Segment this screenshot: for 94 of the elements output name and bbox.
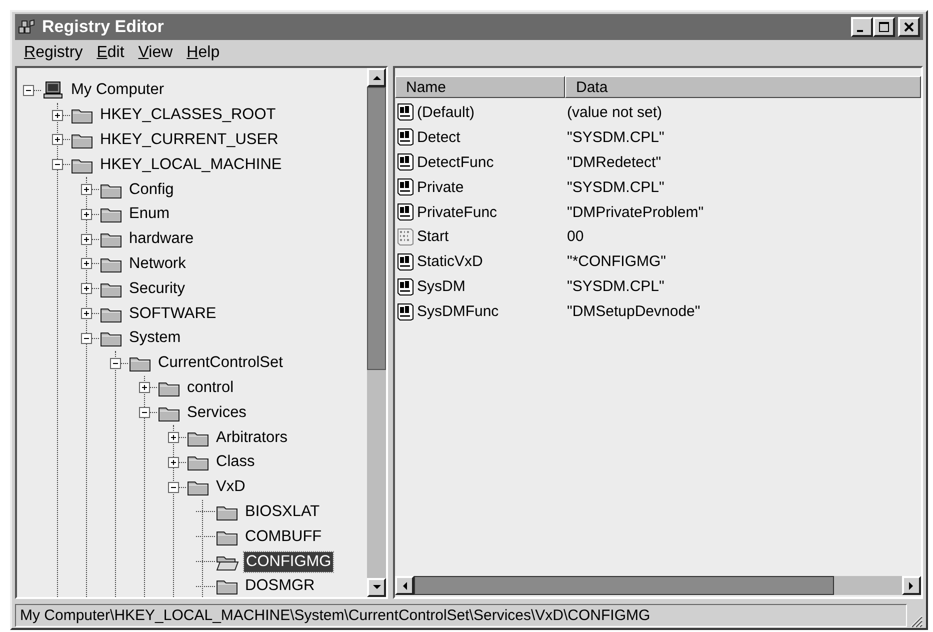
expand-toggle[interactable] <box>52 110 63 121</box>
tree-item[interactable]: HKEY_CLASSES_ROOT <box>98 105 278 126</box>
tree-item[interactable]: COMBUFF <box>243 526 324 547</box>
maximize-button[interactable] <box>873 17 895 37</box>
tree-item[interactable]: Arbitrators <box>214 428 290 448</box>
menu-item[interactable]: View <box>131 42 180 64</box>
cubes-icon <box>18 19 36 35</box>
value-data: "DMSetupDevnode" <box>566 303 700 320</box>
document-icon <box>397 153 414 172</box>
collapse-toggle[interactable] <box>52 159 63 170</box>
value-name[interactable]: StaticVxD <box>417 253 483 270</box>
value-data: "DMPrivateProblem" <box>566 204 704 220</box>
tree-item[interactable]: CurrentControlSet <box>156 353 285 374</box>
value-name[interactable]: Start <box>417 228 449 246</box>
expand-toggle[interactable] <box>52 134 63 146</box>
value-name[interactable]: Detect <box>417 128 460 146</box>
menu-item[interactable]: Edit <box>90 42 132 64</box>
tree-item[interactable]: BIOSXLAT <box>243 502 322 522</box>
value-data: "SYSDM.CPL" <box>566 178 664 196</box>
expand-toggle[interactable] <box>81 234 92 245</box>
resize-grip-icon <box>909 614 923 628</box>
tree-item[interactable]: control <box>185 378 236 398</box>
menu-item[interactable]: Registry <box>17 42 90 64</box>
close-button[interactable] <box>898 17 920 37</box>
expand-toggle[interactable] <box>81 208 92 220</box>
expand-toggle[interactable] <box>168 456 179 468</box>
value-data: (value not set) <box>566 104 662 121</box>
expand-toggle[interactable] <box>139 382 150 394</box>
vertical-scrollbar[interactable] <box>367 68 386 597</box>
scroll-down-button[interactable] <box>367 578 386 597</box>
expand-toggle[interactable] <box>81 283 92 294</box>
up-arrow-icon <box>372 75 380 80</box>
close-icon <box>903 22 915 32</box>
right-arrow-icon <box>909 582 914 590</box>
tree-item[interactable]: Security <box>127 278 187 299</box>
scroll-right-button[interactable] <box>902 576 921 595</box>
value-name[interactable]: PrivateFunc <box>417 204 498 220</box>
value-name[interactable]: (Default) <box>417 104 475 121</box>
maximize-icon <box>878 22 890 32</box>
scroll-thumb[interactable] <box>414 576 834 595</box>
value-name[interactable]: DetectFunc <box>417 154 494 171</box>
down-arrow-icon <box>372 585 380 590</box>
expand-toggle[interactable] <box>168 432 179 444</box>
tree-item[interactable]: System <box>127 328 183 348</box>
tree-item[interactable]: Network <box>127 254 188 274</box>
value-data: "DMRedetect" <box>566 154 662 171</box>
horizontal-scrollbar[interactable] <box>395 576 921 595</box>
collapse-toggle[interactable] <box>110 358 121 369</box>
scroll-up-button[interactable] <box>367 68 386 87</box>
expand-toggle[interactable] <box>81 308 92 320</box>
value-name[interactable]: Private <box>417 178 464 196</box>
tree-item[interactable]: Services <box>185 402 248 423</box>
column-header[interactable]: Name <box>395 76 565 98</box>
column-header[interactable]: Data <box>565 76 921 98</box>
minimize-icon <box>857 30 863 32</box>
window-title: Registry Editor <box>42 17 165 37</box>
tree-item[interactable]: hardware <box>127 229 196 250</box>
value-name[interactable]: SysDMFunc <box>417 303 499 320</box>
document-icon <box>397 203 414 221</box>
tree-item[interactable]: Config <box>127 180 176 200</box>
value-data: "SYSDM.CPL" <box>566 128 664 146</box>
expand-toggle[interactable] <box>81 184 92 196</box>
document-icon <box>397 178 414 196</box>
document-icon <box>397 302 414 321</box>
menu-item[interactable]: Help <box>180 42 227 64</box>
scroll-left-button[interactable] <box>395 576 414 595</box>
value-data: 00 <box>566 228 584 246</box>
tree-item[interactable]: DOSMGR <box>243 576 317 596</box>
scroll-thumb[interactable] <box>367 87 386 370</box>
tree-item[interactable]: SOFTWARE <box>127 304 218 324</box>
status-path: My Computer\HKEY_LOCAL_MACHINE\System\CurrentControlSet\Services\VxD\CONFIGMG <box>15 604 907 626</box>
value-data: "*CONFIGMG" <box>566 253 666 270</box>
grid-document-icon <box>397 228 414 246</box>
collapse-toggle[interactable] <box>81 332 92 344</box>
tree-item[interactable]: Enum <box>127 204 172 224</box>
tree-item[interactable]: Class <box>214 452 257 472</box>
tree-item[interactable]: HKEY_CURRENT_USER <box>98 130 280 150</box>
value-data: "SYSDM.CPL" <box>566 278 664 296</box>
collapse-toggle[interactable] <box>23 84 34 96</box>
minimize-button[interactable] <box>851 17 873 37</box>
left-arrow-icon <box>402 582 407 590</box>
computer-icon <box>42 81 64 100</box>
value-name[interactable]: SysDM <box>417 278 466 296</box>
tree-item[interactable]: CONFIGMG <box>244 552 334 572</box>
collapse-toggle[interactable] <box>168 482 179 493</box>
tree-item[interactable]: VxD <box>214 477 248 498</box>
document-icon <box>397 128 414 146</box>
tree-item[interactable]: My Computer <box>69 80 166 100</box>
tree-item[interactable]: HKEY_LOCAL_MACHINE <box>98 154 284 175</box>
document-icon <box>397 278 414 296</box>
collapse-toggle[interactable] <box>139 407 150 418</box>
document-icon <box>397 252 414 271</box>
document-icon <box>397 103 414 122</box>
expand-toggle[interactable] <box>81 258 92 270</box>
